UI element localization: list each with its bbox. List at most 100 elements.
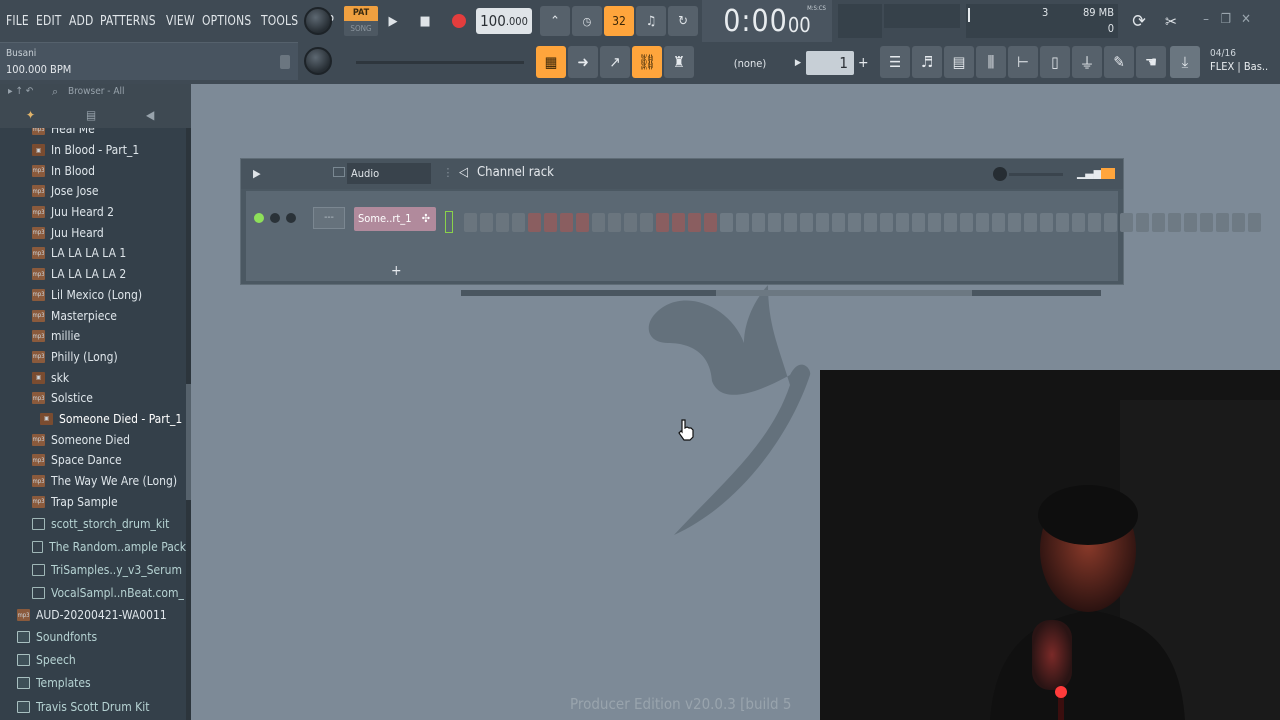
step-button[interactable] (1024, 213, 1037, 232)
step-button[interactable] (1152, 213, 1165, 232)
step-button[interactable] (1136, 213, 1149, 232)
piano-roll-button[interactable]: ♬ (912, 46, 942, 78)
channel-pan-knob[interactable] (270, 213, 280, 223)
step-button[interactable] (944, 213, 957, 232)
typing-keyboard-button[interactable]: ♫ (636, 6, 666, 36)
step-button[interactable] (992, 213, 1005, 232)
step-button[interactable] (800, 213, 813, 232)
step-button[interactable] (864, 213, 877, 232)
channel-select-indicator[interactable] (445, 211, 453, 233)
browser-item[interactable]: mp3 Heal Me (0, 128, 186, 140)
pattern-next-arrow[interactable]: ▶ (792, 51, 804, 75)
slide-tool-button[interactable]: ↗ (600, 46, 630, 78)
browser-item[interactable]: The Random..ample Pack (0, 535, 186, 558)
browser-item[interactable]: mp3 Juu Heard (0, 222, 186, 243)
step-sequencer-icon[interactable] (1101, 168, 1115, 179)
menu-add[interactable]: ADD (69, 14, 93, 29)
step-button[interactable] (976, 213, 989, 232)
step-button[interactable] (832, 213, 845, 232)
step-button[interactable] (656, 213, 669, 232)
restore-icon[interactable]: ❐ (1218, 12, 1234, 28)
step-button[interactable] (1056, 213, 1069, 232)
step-button[interactable] (1040, 213, 1053, 232)
step-button[interactable] (816, 213, 829, 232)
browser-button[interactable]: ⊢ (1008, 46, 1038, 78)
browser-item[interactable]: Travis Scott Drum Kit (0, 695, 186, 718)
play-button[interactable]: ▶ (378, 6, 408, 36)
browser-item[interactable]: mp3 The Way We Are (Long) (0, 471, 186, 492)
search-icon[interactable]: ⌕ (52, 85, 58, 99)
channel-group-filter[interactable]: Audio (347, 163, 431, 184)
step-button[interactable] (1088, 213, 1101, 232)
pat-song-toggle[interactable]: PAT SONG (344, 6, 378, 36)
step-button[interactable] (512, 213, 525, 232)
swing-slider[interactable] (1009, 173, 1063, 176)
browser-item[interactable]: mp3 Juu Heard 2 (0, 202, 186, 223)
browser-item[interactable]: TriSamples..y_v3_Serum (0, 558, 186, 581)
playlist-button[interactable]: ☰ (880, 46, 910, 78)
step-button[interactable] (560, 213, 573, 232)
step-button[interactable] (720, 213, 733, 232)
mixer-button[interactable]: ⫼ (976, 46, 1006, 78)
touch-controller-button[interactable]: ✎ (1104, 46, 1134, 78)
step-button[interactable] (480, 213, 493, 232)
snap-add-button[interactable]: + (858, 51, 870, 75)
graph-icon[interactable]: ▁▃▅ (1077, 165, 1102, 179)
step-button[interactable] (592, 213, 605, 232)
browser-item[interactable]: mp3 Lil Mexico (Long) (0, 285, 186, 306)
menu-view[interactable]: VIEW (166, 14, 195, 29)
menu-edit[interactable]: EDIT (36, 14, 62, 29)
rack-scroll-thumb[interactable] (716, 290, 972, 296)
step-button[interactable] (848, 213, 861, 232)
browser-item[interactable]: Speech (0, 649, 186, 672)
channel-mute-led[interactable] (254, 213, 264, 223)
browser-scroll-thumb[interactable] (186, 384, 191, 500)
step-button[interactable] (880, 213, 893, 232)
loop-record-button[interactable]: ↻ (668, 6, 698, 36)
mixer-track-number[interactable]: --- (313, 207, 345, 229)
browser-item[interactable]: mp3 Trap Sample (0, 491, 186, 512)
browser-item[interactable]: mp3 Solstice (0, 388, 186, 409)
song-label[interactable]: SONG (344, 21, 378, 36)
menu-tools[interactable]: TOOLS (261, 14, 298, 29)
step-button[interactable] (928, 213, 941, 232)
lock-icon[interactable] (280, 55, 290, 69)
menu-file[interactable]: FILE (6, 14, 29, 29)
step-button[interactable] (464, 213, 477, 232)
speaker-icon[interactable]: ◀ (146, 108, 154, 122)
browser-item[interactable]: ▣ skk (0, 367, 186, 388)
star-icon[interactable]: ✦ (26, 108, 35, 122)
step-button[interactable] (528, 213, 541, 232)
tempo-display[interactable]: 100.000 (476, 8, 532, 34)
step-button[interactable] (1184, 213, 1197, 232)
step-button[interactable] (1072, 213, 1085, 232)
stop-button[interactable]: ■ (410, 6, 440, 36)
step-button[interactable] (1232, 213, 1245, 232)
song-position[interactable]: 04/16 FLEX | Bas.. (1210, 47, 1268, 73)
master-volume-knob[interactable] (304, 7, 332, 35)
master-pitch-slider[interactable] (356, 61, 524, 64)
step-button[interactable] (576, 213, 589, 232)
step-button[interactable] (496, 213, 509, 232)
wait-for-input-button[interactable]: ◷ (572, 6, 602, 36)
step-button[interactable] (896, 213, 909, 232)
rack-menu-arrow[interactable]: ▶ (253, 167, 261, 180)
browser-item[interactable]: ▣ Someone Died - Part_1 (0, 409, 186, 430)
time-display[interactable]: 0:00 00 M:S:CS (702, 0, 832, 42)
browser-item[interactable]: ▣ In Blood - Part_1 (0, 140, 186, 161)
step-button[interactable] (1104, 213, 1117, 232)
step-button[interactable] (1168, 213, 1181, 232)
channel-button[interactable]: Some..rt_1 ✣ (354, 207, 436, 231)
channel-volume-knob[interactable] (286, 213, 296, 223)
cut-tools-button[interactable]: ✂ (1156, 6, 1186, 36)
browser-item[interactable]: mp3 AUD-20200421-WA0011 (0, 605, 186, 626)
swing-knob[interactable] (993, 167, 1007, 181)
step-button[interactable] (752, 213, 765, 232)
step-button[interactable] (736, 213, 749, 232)
project-info-button[interactable]: ▯ (1040, 46, 1070, 78)
file-icon[interactable]: ▤ (86, 108, 96, 122)
browser-item[interactable]: Templates (0, 672, 186, 695)
channel-rack-button[interactable]: ▤ (944, 46, 974, 78)
step-edit-button[interactable]: 32 (604, 6, 634, 36)
browser-item[interactable]: mp3 In Blood (0, 160, 186, 181)
